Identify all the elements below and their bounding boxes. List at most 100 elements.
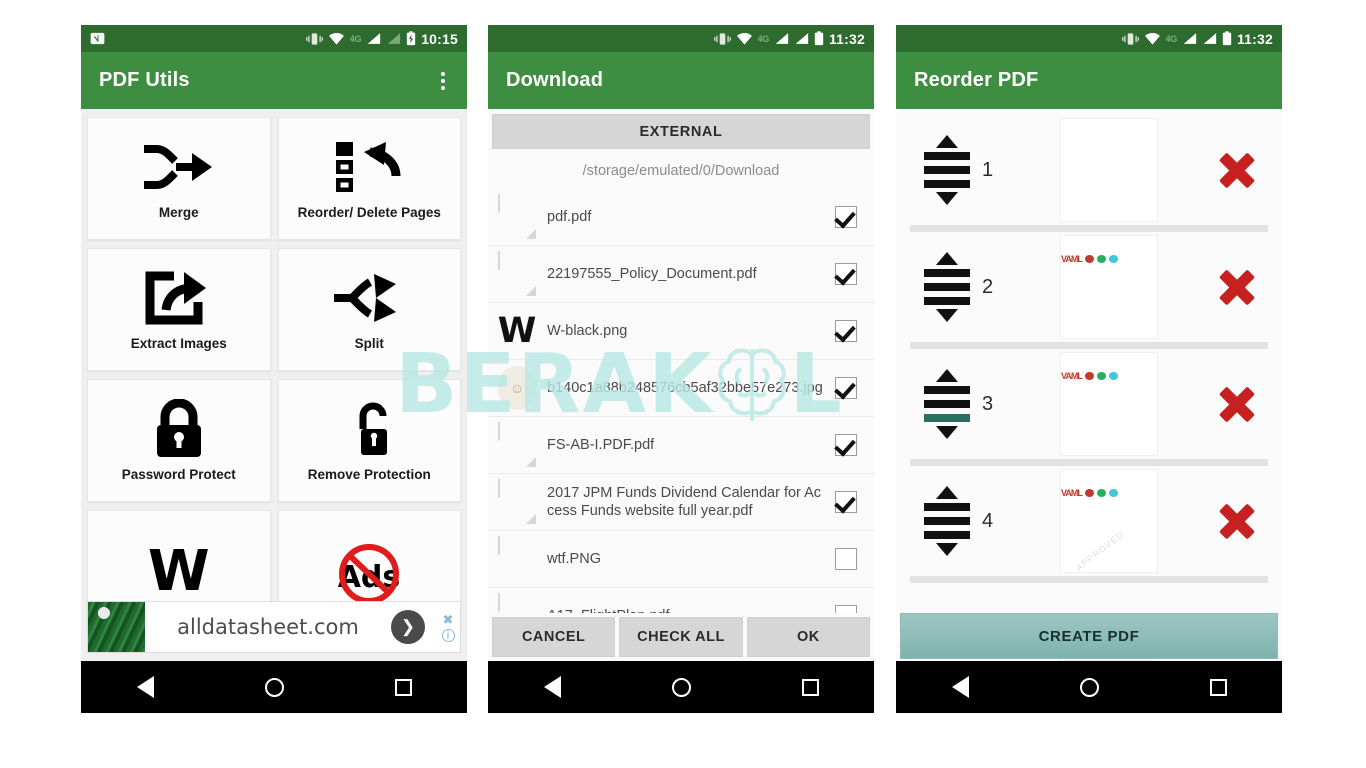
row-divider bbox=[910, 576, 1268, 583]
nav-recents-icon[interactable] bbox=[1209, 678, 1227, 696]
drag-handle-icon[interactable] bbox=[918, 252, 976, 322]
list-item[interactable]: pdf.pdf bbox=[488, 189, 874, 246]
ad-info-icon[interactable]: i bbox=[441, 628, 455, 642]
page-thumbnail-wrap[interactable]: VAML bbox=[1010, 352, 1208, 456]
page-number: 2 bbox=[982, 275, 994, 298]
android-navigation-bar bbox=[81, 661, 467, 713]
move-down-icon[interactable] bbox=[936, 192, 958, 205]
delete-x-icon bbox=[1217, 267, 1257, 307]
list-item[interactable]: A17_FlightPlan.pdf bbox=[488, 588, 874, 613]
ad-text: alldatasheet.com bbox=[177, 615, 359, 639]
nav-back-icon[interactable] bbox=[136, 676, 154, 698]
page-thumb-4: VAML APPROVED bbox=[1060, 469, 1158, 573]
page-row[interactable]: 3 VAML bbox=[896, 349, 1282, 459]
nav-recents-icon[interactable] bbox=[801, 678, 819, 696]
check-all-button[interactable]: CHECK ALL bbox=[619, 617, 743, 657]
page-row[interactable]: 2 VAML bbox=[896, 232, 1282, 342]
page-row[interactable]: 1 bbox=[896, 115, 1282, 225]
list-item[interactable]: FS-AB-I.PDF.pdf bbox=[488, 417, 874, 474]
drag-handle-icon[interactable] bbox=[918, 486, 976, 556]
file-list[interactable]: pdf.pdf 22197555_Policy_Document.pdf W W… bbox=[488, 188, 874, 613]
tile-split[interactable]: Split bbox=[277, 248, 461, 371]
tile-label: Extract Images bbox=[130, 336, 227, 352]
delete-page-button[interactable] bbox=[1208, 267, 1266, 307]
open-lock-icon bbox=[341, 398, 397, 460]
vibrate-icon bbox=[713, 32, 731, 45]
tile-password-protect[interactable]: Password Protect bbox=[87, 379, 271, 502]
nav-home-icon[interactable] bbox=[671, 677, 691, 697]
reorder-pages-icon bbox=[330, 136, 408, 198]
list-item[interactable]: 22197555_Policy_Document.pdf bbox=[488, 246, 874, 303]
delete-page-button[interactable] bbox=[1208, 384, 1266, 424]
delete-x-icon bbox=[1217, 501, 1257, 541]
move-down-icon[interactable] bbox=[936, 309, 958, 322]
move-down-icon[interactable] bbox=[936, 543, 958, 556]
file-checkbox[interactable] bbox=[835, 604, 857, 613]
ad-banner[interactable]: alldatasheet.com ❯ ✖ i bbox=[87, 601, 461, 653]
tile-remove-protection[interactable]: Remove Protection bbox=[277, 379, 461, 502]
no-ads-icon: Ads bbox=[329, 541, 409, 603]
file-checkbox[interactable] bbox=[835, 547, 857, 570]
create-pdf-button[interactable]: CREATE PDF bbox=[900, 613, 1278, 659]
page-thumb-1 bbox=[1060, 118, 1158, 222]
nav-back-icon[interactable] bbox=[951, 676, 969, 698]
drag-handle-icon[interactable] bbox=[918, 135, 976, 205]
signal-bars-icon bbox=[1203, 33, 1217, 44]
list-item[interactable]: 2017 JPM Funds Dividend Calendar for Acc… bbox=[488, 474, 874, 531]
file-checkbox[interactable] bbox=[835, 433, 857, 456]
delete-x-icon bbox=[1217, 384, 1257, 424]
move-down-icon[interactable] bbox=[936, 426, 958, 439]
external-storage-tab[interactable]: EXTERNAL bbox=[492, 114, 870, 150]
nav-home-icon[interactable] bbox=[1079, 677, 1099, 697]
page-row[interactable]: 4 VAML APPROVED bbox=[896, 466, 1282, 576]
delete-page-button[interactable] bbox=[1208, 150, 1266, 190]
file-checkbox[interactable] bbox=[835, 262, 857, 285]
app-bar: Download bbox=[488, 52, 874, 109]
signal-bars-icon bbox=[367, 33, 381, 44]
delete-page-button[interactable] bbox=[1208, 501, 1266, 541]
file-checkbox[interactable] bbox=[835, 490, 857, 513]
closed-lock-icon bbox=[151, 398, 207, 460]
android-navigation-bar bbox=[896, 661, 1282, 713]
file-checkbox[interactable] bbox=[835, 205, 857, 228]
wifi-icon bbox=[1144, 32, 1160, 45]
move-up-icon[interactable] bbox=[936, 369, 958, 382]
pdf-document-icon bbox=[498, 193, 536, 239]
ad-controls[interactable]: ✖ i bbox=[439, 613, 457, 642]
nav-recents-icon[interactable] bbox=[394, 678, 412, 696]
tile-reorder-delete-pages[interactable]: Reorder/ Delete Pages bbox=[277, 117, 461, 240]
list-item[interactable]: ☺ b140c1a88b248576cb5af32bbe57e273.jpg bbox=[488, 360, 874, 417]
page-thumb-3: VAML bbox=[1060, 352, 1158, 456]
nav-back-icon[interactable] bbox=[543, 676, 561, 698]
nav-home-icon[interactable] bbox=[264, 677, 284, 697]
reorder-screen: 1 2 VAML 3 VAML 4 VAML APPROVED CREATE P… bbox=[896, 109, 1282, 661]
file-name: 22197555_Policy_Document.pdf bbox=[547, 265, 757, 282]
tile-extract-images[interactable]: Extract Images bbox=[87, 248, 271, 371]
move-up-icon[interactable] bbox=[936, 135, 958, 148]
file-checkbox[interactable] bbox=[835, 376, 857, 399]
page-list[interactable]: 1 2 VAML 3 VAML 4 VAML APPROVED bbox=[896, 109, 1282, 661]
ad-close-icon[interactable]: ✖ bbox=[443, 613, 454, 626]
word-w-icon: W bbox=[147, 538, 210, 604]
chevron-right-icon[interactable]: ❯ bbox=[391, 610, 425, 644]
list-item[interactable]: W W-black.png bbox=[488, 303, 874, 360]
battery-icon bbox=[814, 31, 824, 46]
drag-handle-icon[interactable] bbox=[918, 369, 976, 439]
file-checkbox[interactable] bbox=[835, 319, 857, 342]
file-picker: EXTERNAL /storage/emulated/0/Download pd… bbox=[488, 109, 874, 661]
vibrate-icon bbox=[305, 32, 323, 45]
overflow-menu-icon[interactable] bbox=[437, 68, 449, 94]
page-thumbnail-wrap[interactable]: VAML APPROVED bbox=[1010, 469, 1208, 573]
file-name: FS-AB-I.PDF.pdf bbox=[547, 436, 655, 453]
status-bar-clock: 10:15 bbox=[421, 30, 458, 47]
cancel-button[interactable]: CANCEL bbox=[492, 617, 616, 657]
android-navigation-bar bbox=[488, 661, 874, 713]
page-thumbnail-wrap[interactable]: VAML bbox=[1010, 235, 1208, 339]
tile-merge[interactable]: Merge bbox=[87, 117, 271, 240]
status-bar: 4G 11:32 bbox=[896, 25, 1282, 52]
page-thumbnail-wrap[interactable] bbox=[1010, 118, 1208, 222]
list-item[interactable]: wtf.PNG bbox=[488, 531, 874, 588]
move-up-icon[interactable] bbox=[936, 252, 958, 265]
ok-button[interactable]: OK bbox=[746, 617, 870, 657]
move-up-icon[interactable] bbox=[936, 486, 958, 499]
